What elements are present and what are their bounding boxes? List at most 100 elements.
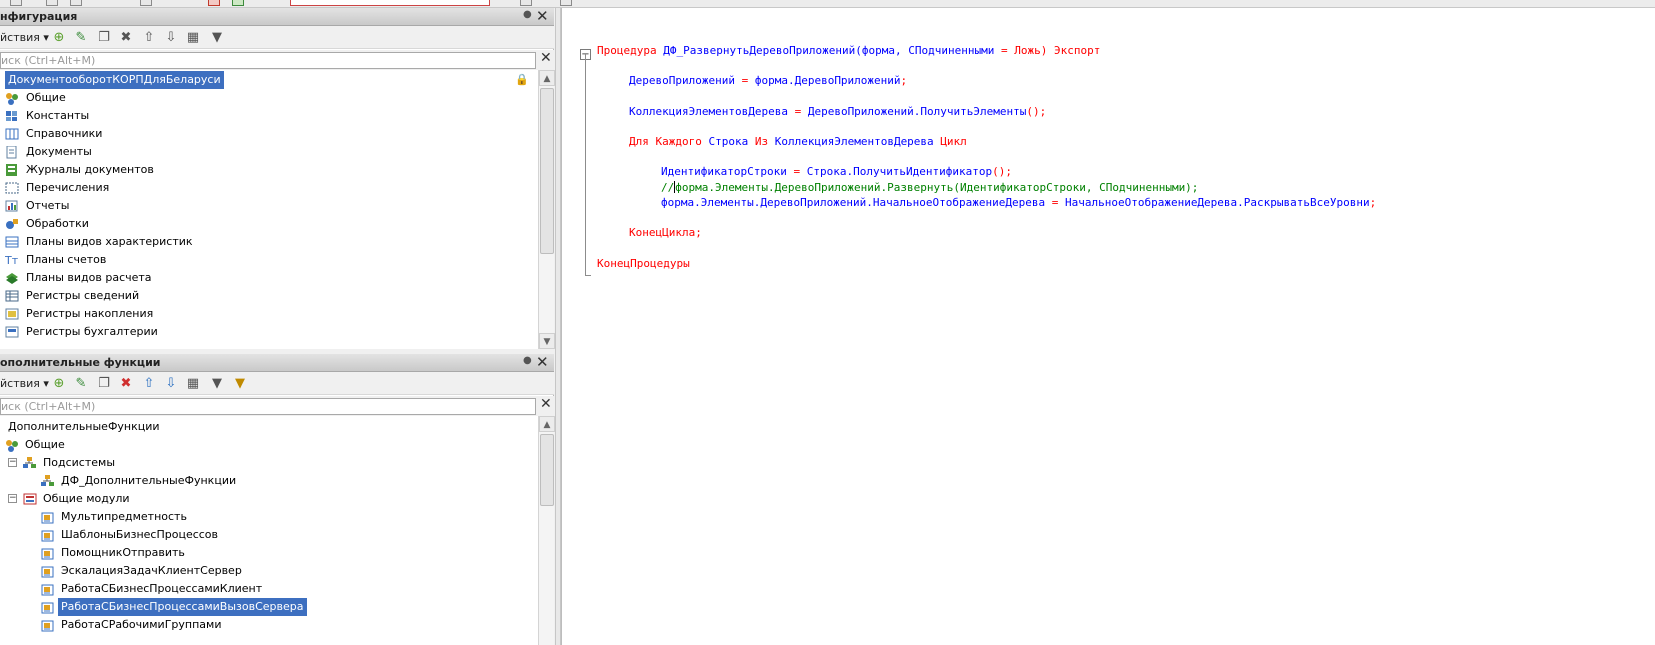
- delete-icon[interactable]: ✖: [118, 376, 134, 391]
- pin-icon[interactable]: ●: [523, 9, 532, 20]
- tree-item[interactable]: Tт Планы счетов: [0, 251, 520, 269]
- add-icon[interactable]: ⊕: [51, 30, 67, 45]
- code-line-7[interactable]: форма.Элементы.ДеревоПриложений.Начально…: [661, 196, 1376, 212]
- vertical-scrollbar[interactable]: ▲ ▼: [538, 70, 555, 349]
- scroll-thumb[interactable]: [540, 434, 554, 506]
- tree-item[interactable]: − Подсистемы: [0, 454, 520, 472]
- tree-item[interactable]: Регистры бухгалтерии: [0, 323, 520, 341]
- tree-item-label: Планы счетов: [26, 253, 107, 266]
- toolbar-button[interactable]: [232, 0, 244, 6]
- code-line-4[interactable]: Для Каждого Строка Из КоллекцияЭлементов…: [629, 135, 967, 151]
- collapse-icon[interactable]: −: [8, 458, 17, 467]
- close-icon[interactable]: ✕: [536, 353, 549, 371]
- clear-search-icon[interactable]: ✕: [540, 50, 552, 66]
- toolbar-combo[interactable]: [290, 0, 490, 6]
- sort-icon[interactable]: ▦: [185, 376, 201, 391]
- tree-item[interactable]: РаботаСБизнесПроцессамиВызовСервера: [0, 598, 520, 616]
- tree-item[interactable]: Документы: [0, 143, 520, 161]
- code-line-9[interactable]: КонецПроцедуры: [597, 257, 690, 273]
- toolbar-button[interactable]: [70, 0, 82, 6]
- tree-item[interactable]: − Общие модули: [0, 490, 520, 508]
- code-line-8[interactable]: КонецЦикла;: [629, 226, 702, 242]
- move-up-icon[interactable]: ⇧: [141, 30, 157, 45]
- tree-item-label: РаботаСРабочимиГруппами: [61, 618, 222, 631]
- add-icon[interactable]: ⊕: [51, 376, 67, 391]
- tree-item[interactable]: Общие: [0, 89, 520, 107]
- clear-filter-icon[interactable]: ▼: [232, 376, 248, 391]
- tree-item[interactable]: Перечисления: [0, 179, 520, 197]
- actions-menu-button[interactable]: йствия ▾: [0, 31, 49, 44]
- search-input[interactable]: иск (Ctrl+Alt+M): [0, 398, 536, 415]
- collapse-icon[interactable]: −: [8, 494, 17, 503]
- tree-root[interactable]: ДокументооборотКОРПДляБеларуси 🔒: [0, 71, 529, 89]
- tree-item[interactable]: Обработки: [0, 215, 520, 233]
- tree-root[interactable]: ДополнительныеФункции: [0, 418, 520, 436]
- move-down-icon[interactable]: ⇩: [163, 30, 179, 45]
- configuration-tree: ДокументооборотКОРПДляБеларуси 🔒 Общие Ко…: [0, 70, 538, 349]
- code-editor[interactable]: − Процедура ДФ_РазвернутьДеревоПриложени…: [561, 8, 1655, 645]
- delete-icon[interactable]: [208, 0, 220, 6]
- filter-icon[interactable]: ▼: [209, 30, 225, 45]
- close-icon[interactable]: ✕: [536, 7, 549, 25]
- tree-item[interactable]: Отчеты: [0, 197, 520, 215]
- code-line-1[interactable]: Процедура ДФ_РазвернутьДеревоПриложений(…: [597, 44, 1100, 60]
- code-line-5[interactable]: ИдентификаторСтроки = Строка.ПолучитьИде…: [661, 165, 1012, 181]
- pin-icon[interactable]: ●: [523, 355, 532, 366]
- scroll-thumb[interactable]: [540, 88, 554, 254]
- move-down-icon[interactable]: ⇩: [163, 376, 179, 391]
- tree-item-label: Планы видов характеристик: [26, 235, 193, 248]
- code-line-2[interactable]: ДеревоПриложений = форма.ДеревоПриложени…: [629, 74, 907, 90]
- tree-item[interactable]: ШаблоныБизнесПроцессов: [0, 526, 520, 544]
- vertical-scrollbar[interactable]: ▲: [538, 416, 555, 645]
- sort-icon[interactable]: ▦: [185, 30, 201, 45]
- main-toolbar: [0, 0, 1655, 8]
- copy-icon[interactable]: ❐: [96, 376, 112, 391]
- scroll-down-arrow[interactable]: ▼: [539, 333, 555, 349]
- scroll-up-arrow[interactable]: ▲: [539, 70, 555, 86]
- extra-functions-titlebar: ополнительные функции ● ✕: [0, 353, 554, 372]
- module-icon: [41, 529, 55, 542]
- actions-menu-button[interactable]: йствия ▾: [0, 377, 49, 390]
- filter-icon[interactable]: ▼: [209, 376, 225, 391]
- tree-item[interactable]: ЭскалацияЗадачКлиентСервер: [0, 562, 520, 580]
- tree-item[interactable]: ДФ_ДополнительныеФункции: [0, 472, 520, 490]
- tree-item[interactable]: Константы: [0, 107, 520, 125]
- tree-item[interactable]: Общие: [0, 436, 520, 454]
- move-up-icon[interactable]: ⇧: [141, 376, 157, 391]
- toolbar-button[interactable]: [46, 0, 58, 6]
- scroll-up-arrow[interactable]: ▲: [539, 416, 555, 432]
- extra-functions-toolbar: йствия ▾ ⊕ ✎ ❐ ✖ ⇧ ⇩ ▦ ▼ ▼: [0, 372, 554, 395]
- tree-item[interactable]: Журналы документов: [0, 161, 520, 179]
- module-icon: [41, 547, 55, 560]
- tree-item[interactable]: Планы видов характеристик: [0, 233, 520, 251]
- catalogs-icon: [5, 128, 19, 140]
- toolbar-button[interactable]: [140, 0, 152, 6]
- module-icon: [41, 583, 55, 596]
- search-input[interactable]: иск (Ctrl+Alt+M): [0, 52, 536, 69]
- tree-item[interactable]: РаботаСБизнесПроцессамиКлиент: [0, 580, 520, 598]
- edit-icon[interactable]: ✎: [73, 376, 89, 391]
- clear-search-icon[interactable]: ✕: [540, 396, 552, 412]
- tree-item-label: Общие: [25, 438, 65, 451]
- tree-item[interactable]: ПомощникОтправить: [0, 544, 520, 562]
- code-line-6-comment[interactable]: //форма.Элементы.ДеревоПриложений.Развер…: [661, 181, 1198, 197]
- chart-of-accounts-icon: Tт: [4, 254, 19, 267]
- tree-item[interactable]: Планы видов расчета: [0, 269, 520, 287]
- tree-item-label: ШаблоныБизнесПроцессов: [61, 528, 219, 541]
- toolbar-button[interactable]: [560, 0, 572, 6]
- tree-item[interactable]: Регистры накопления: [0, 305, 520, 323]
- copy-icon[interactable]: ❐: [96, 30, 112, 45]
- code-line-3[interactable]: КоллекцияЭлементовДерева = ДеревоПриложе…: [629, 105, 1046, 121]
- toolbar-button[interactable]: [10, 0, 22, 6]
- edit-icon[interactable]: ✎: [73, 30, 89, 45]
- delete-icon[interactable]: ✖: [118, 30, 134, 45]
- tree-item[interactable]: Регистры сведений: [0, 287, 520, 305]
- toolbar-button[interactable]: [520, 0, 532, 6]
- tree-item-label: Мультипредметность: [61, 510, 187, 523]
- tree-item[interactable]: Мультипредметность: [0, 508, 520, 526]
- fold-guide: [585, 54, 586, 276]
- tree-item[interactable]: РаботаСРабочимиГруппами: [0, 616, 520, 634]
- tree-item-label: Обработки: [26, 217, 89, 230]
- data-processors-icon: [5, 218, 19, 230]
- tree-item[interactable]: Справочники: [0, 125, 520, 143]
